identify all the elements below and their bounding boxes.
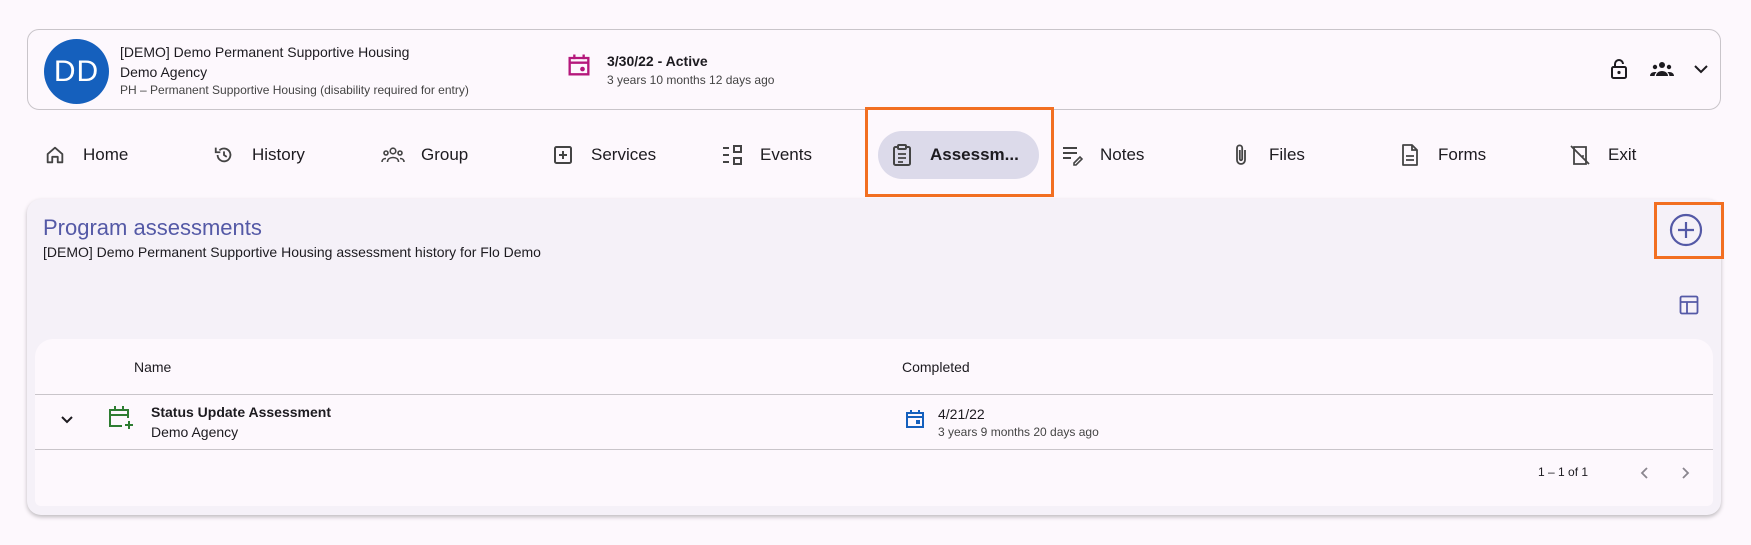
expand-row-button[interactable]: [55, 407, 79, 431]
events-icon: [720, 143, 744, 167]
tab-label: Group: [421, 145, 469, 164]
agency-name: Demo Agency: [120, 64, 208, 80]
chevron-right-icon: [1682, 467, 1690, 479]
tab-group[interactable]: Group: [381, 125, 468, 185]
previous-page-button[interactable]: [1633, 461, 1657, 485]
highlight-add-button: [1654, 202, 1724, 259]
tab-services[interactable]: Services: [551, 125, 656, 185]
tab-files[interactable]: Files: [1229, 125, 1305, 185]
group-icon: [381, 143, 405, 167]
program-name: [DEMO] Demo Permanent Supportive Housing: [120, 44, 410, 60]
next-page-button[interactable]: [1673, 461, 1697, 485]
column-header-completed[interactable]: Completed: [902, 359, 970, 375]
history-icon: [212, 143, 236, 167]
tab-home[interactable]: Home: [43, 125, 128, 185]
assessments-panel: Program assessments [DEMO] Demo Permanen…: [27, 199, 1721, 515]
program-type: PH – Permanent Supportive Housing (disab…: [120, 83, 469, 97]
divider: [35, 449, 1713, 450]
completed-relative-date: 3 years 9 months 20 days ago: [938, 425, 1099, 439]
tab-history[interactable]: History: [212, 125, 305, 185]
tab-label: History: [252, 145, 305, 164]
tab-label: Events: [760, 145, 812, 164]
chevron-down-icon: [61, 416, 73, 424]
expand-header-button[interactable]: [1688, 56, 1714, 82]
paperclip-icon: [1229, 143, 1253, 167]
notes-edit-icon: [1060, 143, 1084, 167]
tab-events[interactable]: Events: [720, 125, 812, 185]
page-title: Program assessments: [43, 215, 262, 240]
tab-label: Services: [591, 145, 657, 164]
tab-exit[interactable]: Exit: [1568, 125, 1636, 185]
lock-button[interactable]: [1606, 56, 1632, 82]
chevron-down-icon: [1694, 65, 1708, 74]
divider: [35, 394, 1713, 395]
tab-label: Notes: [1100, 145, 1145, 164]
enrollment-relative-date: 3 years 10 months 12 days ago: [607, 73, 775, 87]
assessment-agency: Demo Agency: [151, 424, 239, 440]
column-settings-button[interactable]: [1679, 295, 1701, 317]
tab-notes[interactable]: Notes: [1060, 125, 1144, 185]
page-subtitle: [DEMO] Demo Permanent Supportive Housing…: [43, 244, 541, 260]
tab-label: Forms: [1438, 145, 1487, 164]
calendar-icon: [903, 407, 927, 431]
tab-label: Home: [83, 145, 129, 164]
assessments-table: Name Completed Status Update Assessment …: [35, 339, 1713, 506]
home-icon: [43, 143, 67, 167]
chevron-left-icon: [1640, 467, 1648, 479]
add-box-icon: [551, 143, 575, 167]
avatar: DD: [44, 39, 109, 104]
tab-label: Assessm...: [930, 145, 1019, 164]
calendar-icon: [565, 51, 593, 79]
calendar-add-icon: [107, 404, 135, 432]
enrollment-header: DD [DEMO] Demo Permanent Supportive Hous…: [27, 29, 1721, 110]
exit-door-icon: [1568, 143, 1592, 167]
tab-label: Exit: [1608, 145, 1637, 164]
document-icon: [1398, 143, 1422, 167]
clipboard-icon: [890, 143, 914, 167]
enrollment-status: 3/30/22 - Active: [607, 53, 708, 69]
assessment-name: Status Update Assessment: [151, 404, 331, 420]
table-columns-icon: [1679, 295, 1699, 315]
completed-date: 4/21/22: [938, 406, 985, 422]
tab-forms[interactable]: Forms: [1398, 125, 1486, 185]
group-icon: [1650, 62, 1674, 76]
group-members-button[interactable]: [1649, 56, 1675, 82]
pagination-range: 1 – 1 of 1: [1538, 465, 1589, 479]
lock-icon: [1611, 59, 1627, 79]
tab-label: Files: [1269, 145, 1305, 164]
column-header-name[interactable]: Name: [134, 359, 171, 375]
